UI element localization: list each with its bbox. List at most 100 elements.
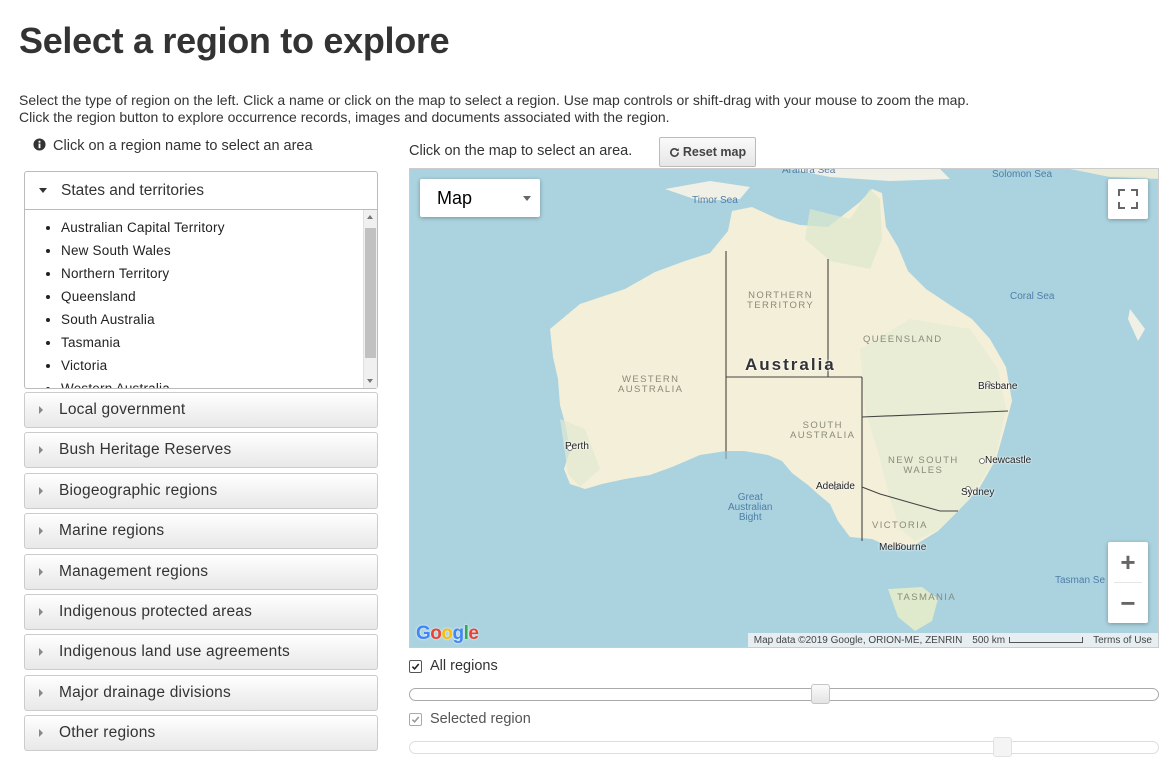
accordion-header-label: States and territories: [61, 181, 205, 199]
accordion-group-bush-heritage-reserves[interactable]: Bush Heritage Reserves: [24, 432, 378, 468]
region-list: Australian Capital TerritoryNew South Wa…: [25, 210, 363, 388]
accordion-group-label: Biogeographic regions: [59, 482, 218, 499]
zoom-in-icon: +: [1120, 547, 1136, 577]
accordion-group-indigenous-land-use-agreements[interactable]: Indigenous land use agreements: [24, 634, 378, 670]
all-regions-label: All regions: [430, 658, 498, 674]
accordion-group-label: Indigenous land use agreements: [59, 643, 290, 660]
accordion-group-other-regions[interactable]: Other regions: [24, 715, 378, 751]
caret-right-icon: [39, 406, 43, 414]
checkmark-icon: [411, 662, 420, 670]
caret-right-icon: [39, 608, 43, 616]
scroll-down-arrow-icon[interactable]: [367, 379, 373, 383]
region-list-scrollbar[interactable]: [363, 210, 377, 388]
caret-right-icon: [39, 689, 43, 697]
region-list-item[interactable]: Northern Territory: [61, 265, 363, 288]
region-list-item[interactable]: South Australia: [61, 311, 363, 334]
map-attribution-bar: Map data ©2019 Google, ORION-ME, ZENRIN …: [747, 633, 1158, 647]
region-list-item[interactable]: Queensland: [61, 288, 363, 311]
caret-right-icon: [39, 446, 43, 454]
zoom-out-button[interactable]: −: [1108, 583, 1148, 623]
coral-sea-label: Coral Sea: [1010, 291, 1055, 302]
accordion-group-label: Bush Heritage Reserves: [59, 441, 232, 458]
great-australian-bight-label: Great Australian Bight: [728, 492, 773, 523]
slider-handle[interactable]: [811, 684, 830, 704]
accordion-group-label: Local government: [59, 401, 186, 418]
intro-line-1: Select the type of region on the left. C…: [19, 92, 970, 108]
info-icon: [33, 138, 46, 151]
accordion-group-label: Indigenous protected areas: [59, 603, 253, 620]
region-name-hint-text: Click on a region name to select an area: [53, 138, 313, 154]
caret-right-icon: [39, 648, 43, 656]
selected-region-label: Selected region: [430, 711, 531, 727]
selected-region-opacity-slider[interactable]: [409, 737, 1159, 757]
south-australia-label: SOUTH AUSTRALIA: [790, 420, 856, 441]
caret-right-icon: [39, 487, 43, 495]
all-regions-toggle[interactable]: All regions: [409, 658, 498, 674]
page-title: Select a region to explore: [19, 20, 450, 61]
map-hint: Click on the map to select an area.: [409, 143, 633, 159]
region-list-item[interactable]: Tasmania: [61, 334, 363, 357]
accordion-group-biogeographic-regions[interactable]: Biogeographic regions: [24, 473, 378, 509]
intro-text: Select the type of region on the left. C…: [19, 92, 969, 126]
checkmark-icon: [411, 715, 420, 723]
northern-territory-label: NORTHERN TERRITORY: [747, 290, 815, 311]
city-label-newcastle: Newcastle: [985, 455, 1032, 466]
city-label-sydney: Sydney: [961, 487, 995, 498]
map-attribution-text: Map data ©2019 Google, ORION-ME, ZENRIN: [753, 634, 963, 646]
city-label-perth: Perth: [565, 441, 589, 452]
reset-map-label: Reset map: [682, 145, 747, 159]
scale-bar: [1009, 636, 1084, 643]
city-label-adelaide: Adelaide: [816, 481, 855, 492]
zoom-out-icon: −: [1120, 588, 1136, 618]
scroll-up-arrow-icon[interactable]: [367, 215, 373, 219]
region-list-item[interactable]: Western Australia: [61, 380, 363, 388]
selected-region-toggle[interactable]: Selected region: [409, 711, 531, 727]
victoria-label: VICTORIA: [872, 520, 928, 531]
accordion-header-states[interactable]: States and territories: [25, 172, 377, 210]
accordion-group-label: Other regions: [59, 724, 156, 741]
map-type-select[interactable]: Map: [420, 179, 540, 217]
region-list-item[interactable]: Victoria: [61, 357, 363, 380]
western-australia-label: WESTERN AUSTRALIA: [618, 374, 684, 395]
all-regions-opacity-slider[interactable]: [409, 684, 1159, 704]
region-list-item[interactable]: Australian Capital Territory: [61, 219, 363, 242]
tasman-sea-label: Tasman Se: [1055, 575, 1106, 586]
solomon-sea-label: Solomon Sea: [992, 169, 1053, 180]
scrollbar-thumb[interactable]: [365, 228, 376, 358]
google-logo: Google: [416, 623, 479, 644]
accordion-group-management-regions[interactable]: Management regions: [24, 554, 378, 590]
map-scale-label: 500 km: [972, 634, 1006, 646]
tasmania-label: TASMANIA: [897, 592, 957, 603]
accordion-group-local-government[interactable]: Local government: [24, 392, 378, 428]
accordion-group-major-drainage-divisions[interactable]: Major drainage divisions: [24, 675, 378, 711]
accordion-group-label: Major drainage divisions: [59, 684, 231, 701]
region-name-hint: Click on a region name to select an area: [33, 138, 313, 154]
queensland-label: QUEENSLAND: [863, 334, 943, 345]
city-label-brisbane: Brisbane: [978, 381, 1018, 392]
caret-down-icon: [39, 188, 47, 193]
caret-right-icon: [39, 568, 43, 576]
dropdown-arrow-icon: [523, 196, 531, 201]
accordion-group-label: Marine regions: [59, 522, 165, 539]
map-type-selected: Map: [437, 187, 473, 208]
slider-handle[interactable]: [993, 737, 1012, 757]
fullscreen-icon: [1118, 189, 1138, 209]
accordion-group-marine-regions[interactable]: Marine regions: [24, 513, 378, 549]
accordion-group-indigenous-protected-areas[interactable]: Indigenous protected areas: [24, 594, 378, 630]
country-label: Australia: [745, 355, 836, 374]
reset-map-button[interactable]: Reset map: [659, 137, 756, 167]
terms-of-use-link[interactable]: Terms of Use: [1093, 635, 1152, 646]
accordion-group-label: Management regions: [59, 563, 209, 580]
all-regions-checkbox[interactable]: [409, 659, 422, 673]
map-scale: 500 km: [972, 634, 1084, 646]
region-list-item[interactable]: New South Wales: [61, 242, 363, 265]
selected-region-checkbox[interactable]: [409, 712, 422, 726]
fullscreen-button[interactable]: [1108, 179, 1148, 219]
intro-line-2: Click the region button to explore occur…: [19, 109, 670, 125]
map-base-layer: [410, 169, 1158, 647]
city-label-melbourne: Melbourne: [879, 542, 927, 553]
zoom-control: + −: [1108, 542, 1148, 623]
region-map[interactable]: Arafura Sea Timor Sea Solomon Sea Coral …: [409, 168, 1159, 648]
zoom-in-button[interactable]: +: [1108, 542, 1148, 582]
caret-right-icon: [39, 729, 43, 737]
